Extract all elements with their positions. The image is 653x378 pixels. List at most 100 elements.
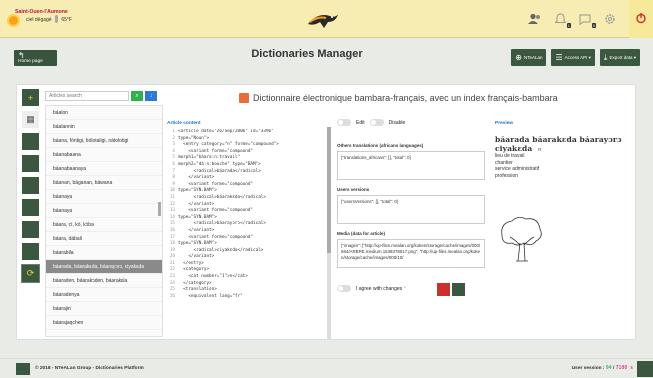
word-list[interactable]: báalon báalannin báana, fóntigi, bólotalig… bbox=[45, 105, 163, 337]
word-list-item[interactable]: báanabaana bbox=[46, 148, 162, 162]
users-icon[interactable] bbox=[527, 11, 543, 27]
line-number: 5 bbox=[172, 155, 175, 161]
word-list-item[interactable]: báara, cì, kó, kɔ̀ba bbox=[46, 218, 162, 232]
gear-icon[interactable] bbox=[602, 11, 618, 27]
footer-corner-button[interactable] bbox=[637, 361, 653, 377]
word-list-item[interactable]: báarabila bbox=[46, 246, 162, 260]
preview-headword-2: ciyakɛda bbox=[495, 144, 533, 153]
code-text: </variant> bbox=[178, 175, 215, 181]
agree-toggle[interactable] bbox=[337, 285, 351, 292]
code-text: <radical>báarada</radical> bbox=[178, 168, 261, 174]
side-button-5[interactable] bbox=[22, 221, 39, 238]
word-list-item[interactable]: báana, fóntigi, bólotaligi, nátolotigi bbox=[46, 134, 162, 148]
main-panel: + ▦ ⟳ ⌕ ↓ báalonbáalanninbáana, fóntigi,… bbox=[16, 84, 636, 340]
access-api-button[interactable]: ☰ Access API ▾ bbox=[551, 49, 595, 66]
add-icon[interactable]: + bbox=[22, 89, 39, 106]
word-list-scrollbar[interactable] bbox=[158, 202, 161, 216]
sort-down-icon[interactable]: ↓ bbox=[145, 91, 157, 101]
word-list-item[interactable]: báanan, báganan, báwana bbox=[46, 176, 162, 190]
others-translations-label: Others translations (africans languages) bbox=[337, 143, 424, 148]
articles-search-input[interactable] bbox=[45, 91, 129, 101]
side-button-4[interactable] bbox=[22, 199, 39, 216]
code-text: <translation> bbox=[178, 287, 217, 293]
side-toolbar: + ▦ ⟳ bbox=[21, 89, 40, 283]
download-icon: ⤓ bbox=[603, 52, 608, 62]
notification-badge: 1 bbox=[566, 23, 571, 28]
preview-panel: báarada báarakɛda báarayɔrɔ ciyakɛda n li… bbox=[495, 127, 627, 179]
session-used: 94 bbox=[605, 366, 612, 371]
side-button-2[interactable] bbox=[22, 155, 39, 172]
code-line: 13 <variant forme="compound" bbox=[167, 208, 327, 215]
footer-copyright: © 2018 - NTeALan Group - Dictionaries Pl… bbox=[35, 366, 144, 371]
article-content-heading: Article content bbox=[167, 121, 201, 126]
weather-widget: Saint-Ouen-l'Aumone ciel dégagé 65°F bbox=[9, 9, 79, 25]
users-versions-field[interactable]: {"usersVersions": [], "total": 0} bbox=[337, 195, 485, 224]
media-field[interactable]: {"images": ["http://up-files.mealan.org/… bbox=[337, 239, 485, 268]
line-number: 26 bbox=[169, 293, 175, 299]
code-line: 1 <article date="26/Sep/2006" id="3396" bbox=[167, 129, 327, 136]
word-list-item[interactable]: báalon bbox=[46, 106, 162, 120]
document-icon[interactable]: ▦ bbox=[22, 111, 39, 128]
line-number: 10 bbox=[169, 188, 175, 194]
code-text: </category> bbox=[178, 280, 212, 286]
line-number: 20 bbox=[169, 254, 175, 260]
word-list-item[interactable]: báarajaqchen bbox=[46, 316, 162, 330]
search-icon[interactable]: ⌕ bbox=[131, 91, 143, 101]
logout-button[interactable] bbox=[629, 0, 653, 38]
ntealan-button[interactable]: ⊕ NTeALan bbox=[511, 49, 547, 66]
home-button[interactable]: ↰ Home page bbox=[14, 50, 57, 66]
word-list-item[interactable]: báanabaanaya bbox=[46, 162, 162, 176]
code-text: type="Noun"> bbox=[178, 135, 210, 141]
side-button-3[interactable] bbox=[22, 177, 39, 194]
code-text: <radical>ciyakɛda</radical> bbox=[178, 247, 264, 253]
word-list-item[interactable]: báanaya bbox=[46, 190, 162, 204]
bell-icon[interactable]: 1 bbox=[552, 11, 571, 28]
header-bar: ↰ Home page Dictionaries Manager ⊕ NTeAL… bbox=[9, 44, 644, 71]
line-number: 25 bbox=[169, 287, 175, 293]
page-title: Dictionaries Manager bbox=[251, 48, 363, 60]
export-data-button[interactable]: ⤓ Export data ▾ bbox=[599, 49, 640, 66]
code-text: <radical>báarayɔrɔ</radical> bbox=[178, 221, 266, 227]
bird-logo-icon[interactable] bbox=[304, 8, 340, 32]
export-label: Export data ▾ bbox=[609, 54, 636, 60]
footer: © 2018 - NTeALan Group - Dictionaries Pl… bbox=[0, 358, 653, 378]
code-text: </variant> bbox=[178, 254, 215, 260]
chat-icon[interactable]: 0 bbox=[577, 11, 596, 28]
code-line: 5 morph1="báara:n:travail" bbox=[167, 155, 327, 162]
side-button-6[interactable] bbox=[22, 243, 39, 260]
code-line: 26 <equivalent lang="fr" bbox=[167, 294, 327, 301]
word-list-item[interactable]: báalannin bbox=[46, 120, 162, 134]
delete-button[interactable] bbox=[437, 283, 450, 296]
word-list-item[interactable]: báaradenya bbox=[46, 288, 162, 302]
code-line: 16 </variant> bbox=[167, 228, 327, 235]
line-number: 8 bbox=[172, 175, 175, 181]
others-translations-field[interactable]: {"translations_africans": [], "total": 0… bbox=[337, 151, 485, 180]
line-number: 11 bbox=[169, 194, 175, 200]
side-button-1[interactable] bbox=[22, 133, 39, 150]
code-scrollbar[interactable] bbox=[327, 127, 331, 339]
word-list-item[interactable]: báara, dábali bbox=[46, 232, 162, 246]
edit-toggle[interactable] bbox=[337, 119, 351, 126]
preview-gloss: profession bbox=[495, 172, 519, 179]
word-list-item[interactable]: báaraden, báarakɔden, báarakɛla bbox=[46, 274, 162, 288]
top-bar: Saint-Ouen-l'Aumone ciel dégagé 65°F 1 0… bbox=[0, 0, 653, 38]
dictionary-title: Dictionnaire électronique bambara-frança… bbox=[239, 93, 558, 103]
code-line: 11 <radical>báarakɛda</radical> bbox=[167, 195, 327, 202]
code-text: <article date="26/Sep/2006" id="3396" bbox=[178, 129, 274, 134]
disable-label: Disable bbox=[388, 119, 406, 126]
sun-icon bbox=[9, 16, 18, 25]
preview-gloss: lieu de travail bbox=[495, 153, 525, 159]
code-text: </variant> bbox=[178, 201, 215, 207]
line-number: 1 bbox=[172, 129, 175, 134]
code-text: type="SYN.BAM"> bbox=[178, 188, 217, 194]
code-line: 20 </variant> bbox=[167, 254, 327, 261]
refresh-icon[interactable]: ⟳ bbox=[21, 264, 40, 283]
word-list-item[interactable]: báanaya bbox=[46, 204, 162, 218]
article-code-editor[interactable]: 1 <article date="26/Sep/2006" id="3396" 2 t… bbox=[167, 129, 327, 341]
disable-toggle[interactable] bbox=[369, 119, 384, 126]
user-session: User session : 94 / 7100 s bbox=[572, 366, 633, 371]
word-list-item[interactable]: báarada, báarakɛda, báarayɔrɔ, ciyakɛda bbox=[46, 260, 162, 274]
word-list-item[interactable]: báarajiri bbox=[46, 302, 162, 316]
users-versions-label: Users versions bbox=[337, 187, 370, 192]
validate-button[interactable] bbox=[452, 283, 465, 296]
